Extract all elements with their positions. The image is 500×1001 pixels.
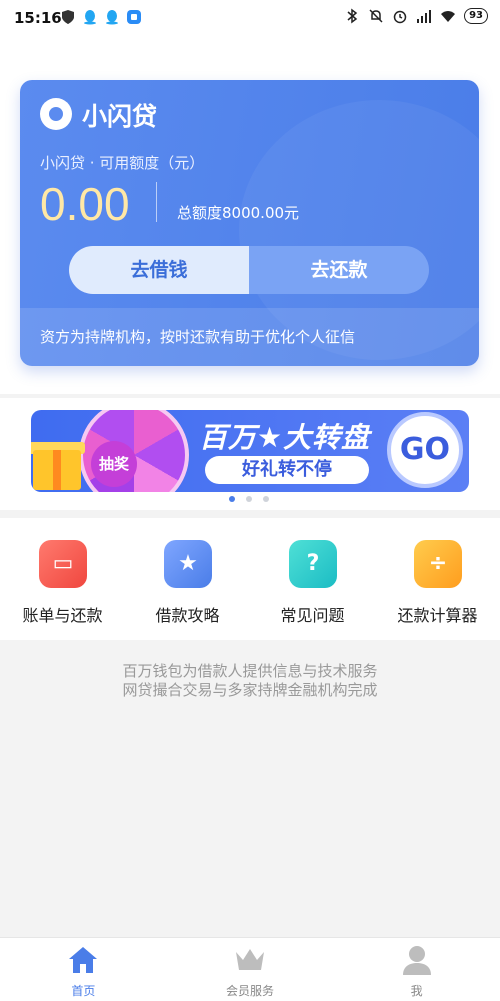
go-button[interactable]: GO [387, 412, 463, 488]
disclaimer-line: 百万钱包为借款人提供信息与技术服务 [122, 662, 378, 680]
faq-icon: ? [289, 540, 337, 588]
banner-title: 百万★大转盘 [199, 421, 371, 454]
menu-label: 借款攻略 [155, 606, 220, 625]
calculator-icon: ÷ [414, 540, 462, 588]
gift-icon [33, 450, 81, 490]
nav-home[interactable]: 首页 [0, 938, 167, 1001]
nav-membership[interactable]: 会员服务 [167, 938, 334, 1001]
menu-item-faq[interactable]: ? 常见问题 [250, 518, 375, 640]
disclaimer-line: 网贷撮合交易与多家持牌金融机构完成 [122, 681, 378, 699]
loan-card: 小闪贷 小闪贷 · 可用额度（元） 0.00 总额度8000.00元 去借钱 去… [20, 80, 479, 366]
system-icons: 93 [344, 8, 488, 24]
available-credit-label: 小闪贷 · 可用额度（元） [40, 154, 205, 172]
qq-icon [106, 10, 118, 25]
nav-label: 我 [410, 984, 423, 998]
brand-name: 小闪贷 [82, 102, 158, 131]
user-icon [402, 946, 431, 975]
alarm-icon [393, 10, 407, 24]
menu-item-guide[interactable]: ★ 借款攻略 [125, 518, 250, 640]
home-icon [69, 947, 98, 973]
carousel-dot[interactable] [246, 496, 252, 502]
banner-subtitle: 好礼转不停 [205, 456, 369, 484]
brand-logo-icon [40, 98, 72, 130]
total-credit-label: 总额度8000.00元 [177, 204, 300, 222]
carousel-dots [229, 496, 269, 502]
menu-label: 常见问题 [280, 606, 345, 625]
bluetooth-icon [347, 8, 358, 24]
crown-icon [236, 949, 264, 970]
amount-divider [156, 182, 157, 222]
lucky-wheel-banner[interactable]: 抽奖 百万★大转盘 好礼转不停 GO [31, 410, 469, 492]
menu-label: 账单与还款 [22, 606, 103, 625]
repay-button[interactable]: 去还款 [249, 246, 429, 294]
borrow-button[interactable]: 去借钱 [69, 246, 249, 294]
mute-icon [369, 9, 383, 23]
banner-section: 抽奖 百万★大转盘 好礼转不停 GO [0, 398, 500, 510]
signal-icon [417, 10, 432, 23]
battery-level: 93 [464, 8, 488, 24]
menu-item-calculator[interactable]: ÷ 还款计算器 [375, 518, 500, 640]
wifi-icon [441, 11, 456, 22]
carousel-dot[interactable] [263, 496, 269, 502]
available-credit-amount: 0.00 [40, 178, 130, 230]
disclaimer: 百万钱包为借款人提供信息与技术服务 网贷撮合交易与多家持牌金融机构完成 [0, 662, 500, 700]
shield-icon [62, 10, 74, 24]
bottom-nav: 首页 会员服务 我 [0, 937, 500, 1001]
menu-item-bill[interactable]: ▭ 账单与还款 [0, 518, 125, 640]
card-footer-note: 资方为持牌机构，按时还款有助于优化个人征信 [20, 308, 479, 366]
status-time: 15:16 [14, 9, 62, 27]
notification-icons [60, 9, 142, 25]
nav-label: 首页 [71, 984, 96, 998]
qq-icon [84, 10, 96, 25]
nav-me[interactable]: 我 [333, 938, 500, 1001]
card-action-buttons: 去借钱 去还款 [69, 246, 429, 294]
app-icon [127, 10, 141, 24]
menu-label: 还款计算器 [397, 606, 478, 625]
bill-icon: ▭ [39, 540, 87, 588]
nav-label: 会员服务 [226, 984, 275, 998]
quick-menu: ▭ 账单与还款 ★ 借款攻略 ? 常见问题 ÷ 还款计算器 [0, 518, 500, 640]
wheel-draw-label: 抽奖 [91, 441, 137, 487]
guide-icon: ★ [164, 540, 212, 588]
status-bar: 15:16 93 [0, 0, 500, 36]
carousel-dot[interactable] [229, 496, 235, 502]
